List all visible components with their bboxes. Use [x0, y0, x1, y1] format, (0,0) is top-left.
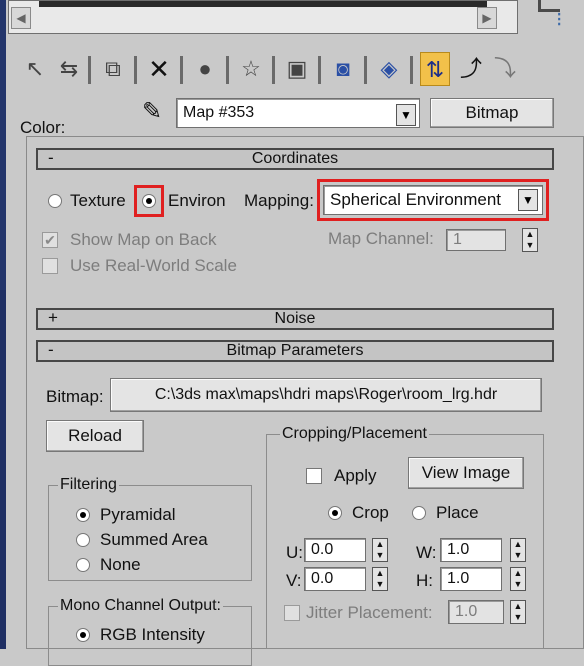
texture-radio[interactable] — [48, 194, 62, 208]
show-end-result-icon[interactable]: ◈ — [374, 52, 404, 86]
w-spinner[interactable]: ▲ ▼ — [510, 538, 526, 562]
coordinates-rollout-header[interactable]: - Coordinates — [36, 148, 554, 170]
go-forward-icon[interactable]: ⤵ — [490, 52, 520, 86]
filtering-summed-area-label: Summed Area — [100, 530, 208, 549]
reload-button[interactable]: Reload — [46, 420, 144, 452]
scrollbar-right-arrow[interactable]: ▶ — [477, 7, 497, 29]
use-real-world-scale-label: Use Real-World Scale — [70, 256, 237, 275]
toolbar-separator — [364, 56, 367, 84]
v-spinner[interactable]: ▲ ▼ — [372, 567, 388, 591]
collapse-sign: - — [48, 340, 54, 359]
rollout-title: Coordinates — [251, 150, 339, 167]
jitter-field[interactable]: 1.0 — [448, 600, 504, 624]
rollout-title: Bitmap Parameters — [226, 342, 364, 359]
use-real-world-scale-checkbox[interactable] — [42, 258, 58, 274]
v-field[interactable]: 0.0 — [304, 567, 366, 591]
environ-radio[interactable] — [142, 194, 156, 208]
map-channel-label: Map Channel: — [328, 229, 434, 248]
get-material-icon[interactable]: ↖ — [20, 52, 50, 86]
mono-rgb-intensity-radio[interactable] — [76, 628, 90, 642]
w-field[interactable]: 1.0 — [440, 538, 502, 562]
h-spinner[interactable]: ▲ ▼ — [510, 567, 526, 591]
show-map-on-back-label: Show Map on Back — [70, 230, 217, 249]
map-name-field[interactable]: Map #353 — [176, 98, 420, 128]
toolbar-separator — [226, 56, 229, 84]
scrollbar-track — [39, 1, 487, 7]
toolbar-separator — [180, 56, 183, 84]
map-type-button[interactable]: Bitmap — [430, 98, 554, 128]
toolbar-separator — [88, 56, 91, 84]
u-label: U: — [286, 543, 303, 562]
map-channel-spinner[interactable]: ▲ ▼ — [522, 228, 538, 252]
mono-rgb-intensity-label: RGB Intensity — [100, 625, 205, 644]
eyedropper-icon[interactable]: ✎ — [142, 98, 162, 126]
show-end-result-toggle-icon[interactable]: ⇅ — [420, 52, 450, 86]
toolbar-separator — [134, 56, 137, 84]
material-editor-toolbar: ↖ ⇆ ⧉ ✕ ● ☆ ▣ ◙ ◈ ⇅ ⤴ ⤵ — [20, 52, 580, 92]
w-label: W: — [416, 543, 437, 562]
bitmap-path-button[interactable]: C:\3ds max\maps\hdri maps\Roger\room_lrg… — [110, 378, 542, 412]
apply-checkbox[interactable] — [306, 468, 322, 484]
bitmap-label: Bitmap: — [46, 387, 104, 406]
material-effects-channel-icon[interactable]: ▣ — [282, 52, 312, 86]
jitter-placement-checkbox[interactable] — [284, 605, 300, 621]
side-options-icon[interactable]: ⁝ — [556, 6, 578, 34]
jitter-spinner[interactable]: ▲ ▼ — [510, 600, 526, 624]
bitmap-parameters-rollout-header[interactable]: - Bitmap Parameters — [36, 340, 554, 362]
place-label: Place — [436, 503, 479, 522]
environ-label: Environ — [168, 191, 226, 210]
filtering-summed-area-radio[interactable] — [76, 533, 90, 547]
map-name-dropdown-arrow[interactable]: ▼ — [396, 104, 416, 126]
make-unique-icon[interactable]: ● — [190, 52, 220, 86]
view-image-button[interactable]: View Image — [408, 457, 524, 489]
u-field[interactable]: 0.0 — [304, 538, 366, 562]
map-channel-field[interactable]: 1 — [446, 229, 506, 251]
toolbar-separator — [318, 56, 321, 84]
go-to-parent-icon[interactable]: ⤴ — [456, 52, 486, 86]
h-field[interactable]: 1.0 — [440, 567, 502, 591]
place-radio[interactable] — [412, 506, 426, 520]
rollout-title: Noise — [274, 310, 316, 327]
filtering-none-radio[interactable] — [76, 558, 90, 572]
expand-sign: + — [48, 308, 58, 327]
noise-rollout-header[interactable]: + Noise — [36, 308, 554, 330]
mapping-label: Mapping: — [244, 191, 314, 210]
show-map-in-viewport-icon[interactable]: ◙ — [328, 52, 358, 86]
filtering-none-label: None — [100, 555, 141, 574]
delete-icon[interactable]: ✕ — [144, 52, 174, 86]
mapping-dropdown[interactable]: Spherical Environment — [323, 185, 543, 215]
apply-label: Apply — [334, 466, 377, 485]
crop-radio[interactable] — [328, 506, 342, 520]
mono-channel-group-title: Mono Channel Output: — [58, 597, 223, 615]
v-label: V: — [286, 571, 302, 590]
put-to-scene-icon[interactable]: ⇆ — [54, 52, 84, 86]
toolbar-separator — [272, 56, 275, 84]
h-label: H: — [416, 571, 433, 590]
crop-label: Crop — [352, 503, 389, 522]
texture-label: Texture — [70, 191, 126, 210]
filtering-pyramidal-label: Pyramidal — [100, 505, 176, 524]
jitter-placement-label: Jitter Placement: — [306, 603, 433, 622]
scrollbar-left-arrow[interactable]: ◀ — [11, 7, 31, 29]
u-spinner[interactable]: ▲ ▼ — [372, 538, 388, 562]
show-map-on-back-checkbox[interactable]: ✔ — [42, 232, 58, 248]
viewport-edge-lower — [0, 290, 6, 649]
mapping-dropdown-arrow[interactable]: ▼ — [518, 189, 538, 211]
filtering-group-title: Filtering — [58, 476, 119, 494]
filtering-pyramidal-radio[interactable] — [76, 508, 90, 522]
toolbar-separator — [410, 56, 413, 84]
cropping-placement-group-title: Cropping/Placement — [280, 425, 429, 443]
color-label: Color: — [20, 118, 66, 137]
put-to-library-icon[interactable]: ☆ — [236, 52, 266, 86]
sample-slot-scrollbar[interactable]: ◀ ▶ — [8, 0, 518, 34]
assign-material-icon[interactable]: ⧉ — [98, 52, 128, 86]
collapse-sign: - — [48, 148, 54, 167]
